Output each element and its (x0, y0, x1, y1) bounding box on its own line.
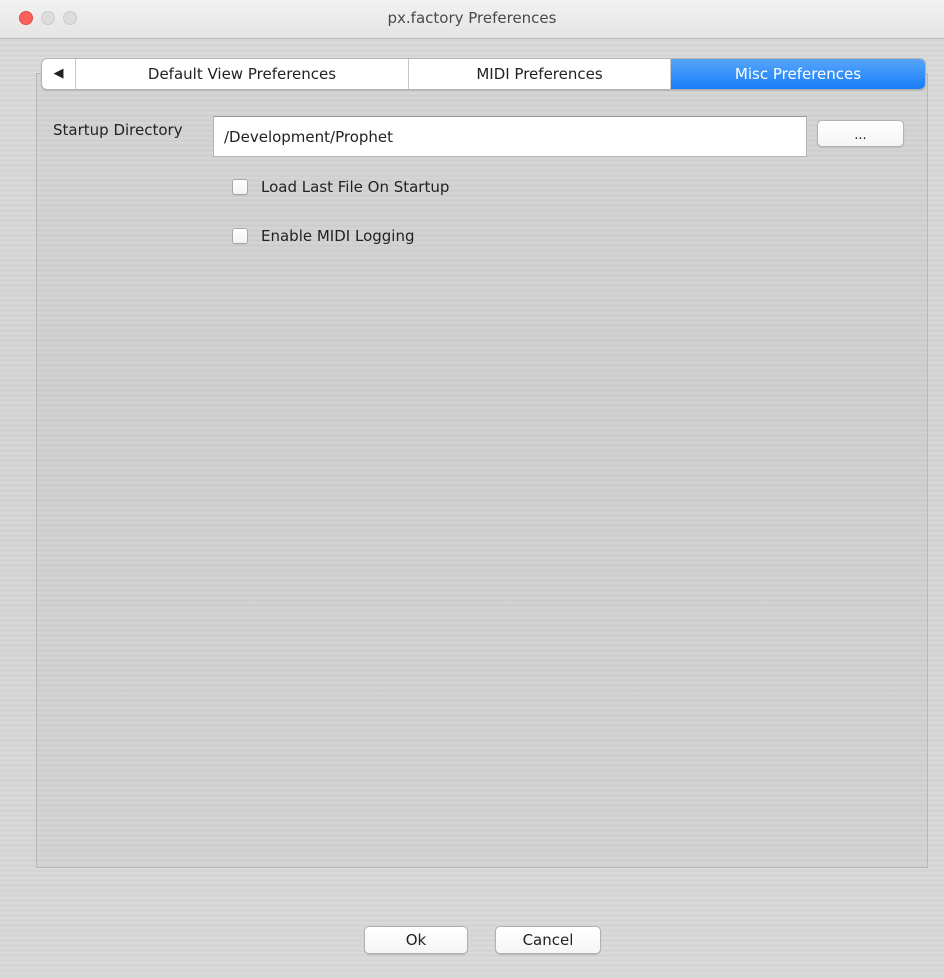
midi-logging-checkbox[interactable] (232, 228, 248, 244)
midi-logging-option[interactable]: Enable MIDI Logging (232, 227, 414, 245)
tab-default-view-preferences[interactable]: Default View Preferences (76, 59, 409, 89)
preferences-window: px.factory Preferences ◀ Default View Pr… (0, 0, 944, 978)
cancel-button[interactable]: Cancel (495, 926, 601, 954)
tab-scroll-left-icon[interactable]: ◀ (42, 59, 76, 89)
window-title: px.factory Preferences (387, 9, 557, 27)
browse-directory-button[interactable]: ... (817, 120, 904, 147)
load-last-file-option[interactable]: Load Last File On Startup (232, 178, 449, 196)
tab-content-panel (36, 73, 928, 868)
startup-directory-field[interactable] (213, 116, 807, 157)
preferences-tab-bar: ◀ Default View Preferences MIDI Preferen… (41, 58, 926, 90)
title-bar[interactable]: px.factory Preferences (0, 0, 944, 39)
tab-misc-preferences[interactable]: Misc Preferences (671, 59, 925, 89)
load-last-file-label: Load Last File On Startup (261, 178, 450, 196)
midi-logging-label: Enable MIDI Logging (261, 227, 415, 245)
ok-button[interactable]: Ok (364, 926, 468, 954)
tab-midi-preferences[interactable]: MIDI Preferences (409, 59, 671, 89)
startup-directory-label: Startup Directory (53, 121, 183, 139)
load-last-file-checkbox[interactable] (232, 179, 248, 195)
